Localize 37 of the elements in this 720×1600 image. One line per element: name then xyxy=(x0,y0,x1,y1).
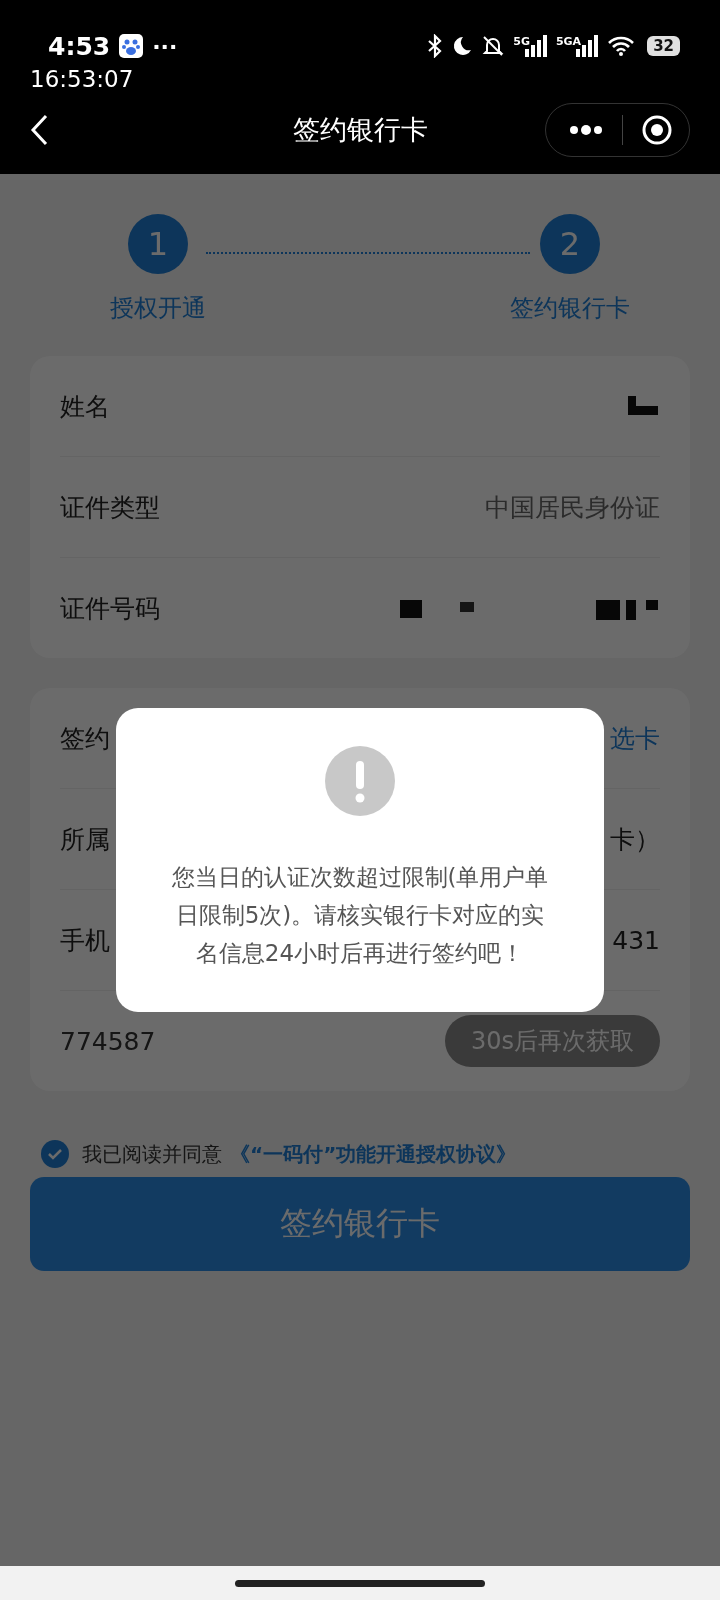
field-label: 签约 xyxy=(60,722,110,755)
muted-bell-icon xyxy=(481,34,506,58)
close-target-icon[interactable] xyxy=(641,114,673,146)
status-time: 4:53 xyxy=(48,31,111,61)
field-value: 卡） xyxy=(610,823,660,856)
field-label: 证件号码 xyxy=(60,592,160,625)
app-notification-icon xyxy=(118,33,145,59)
page-title: 签约银行卡 xyxy=(291,113,429,147)
network-label: 5G xyxy=(513,35,530,48)
more-icon[interactable] xyxy=(568,124,604,136)
back-icon[interactable] xyxy=(30,114,48,146)
select-card-link[interactable]: 选卡 xyxy=(610,721,660,755)
step-label: 签约银行卡 xyxy=(510,293,630,324)
bluetooth-icon xyxy=(427,34,444,58)
agreement-link[interactable]: 《“一码付”功能开通授权协议》 xyxy=(230,1140,517,1168)
code-field[interactable]: 774587 xyxy=(60,1026,156,1056)
sign-card-button[interactable]: 签约银行卡 xyxy=(30,1177,690,1271)
step-label: 授权开通 xyxy=(110,293,206,324)
agree-checkbox[interactable] xyxy=(40,1139,70,1169)
step-number: 1 xyxy=(128,214,188,274)
field-label: 手机 xyxy=(60,924,110,957)
field-label: 证件类型 xyxy=(60,491,160,524)
field-value: 431 xyxy=(612,925,660,955)
more-notifications: ··· xyxy=(152,33,178,59)
warning-icon xyxy=(325,746,395,816)
network-label: 5GA xyxy=(555,35,582,48)
agreement-text: 我已阅读并同意 xyxy=(82,1140,222,1168)
battery-indicator: 32 xyxy=(647,36,680,56)
wifi-icon xyxy=(607,35,636,57)
field-label: 所属 xyxy=(60,823,110,856)
moon-icon xyxy=(451,35,474,57)
field-value: 中国居民身份证 xyxy=(485,491,660,524)
step-number: 2 xyxy=(540,214,600,274)
home-indicator[interactable] xyxy=(235,1579,485,1587)
field-label: 姓名 xyxy=(60,390,110,423)
dialog-message: 您当日的认证次数超过限制(单用户单日限制5次)。请核实银行卡对应的实名信息24小时后再进行签约吧！ xyxy=(170,863,550,968)
clock-seconds: 16:53:07 xyxy=(29,65,135,92)
